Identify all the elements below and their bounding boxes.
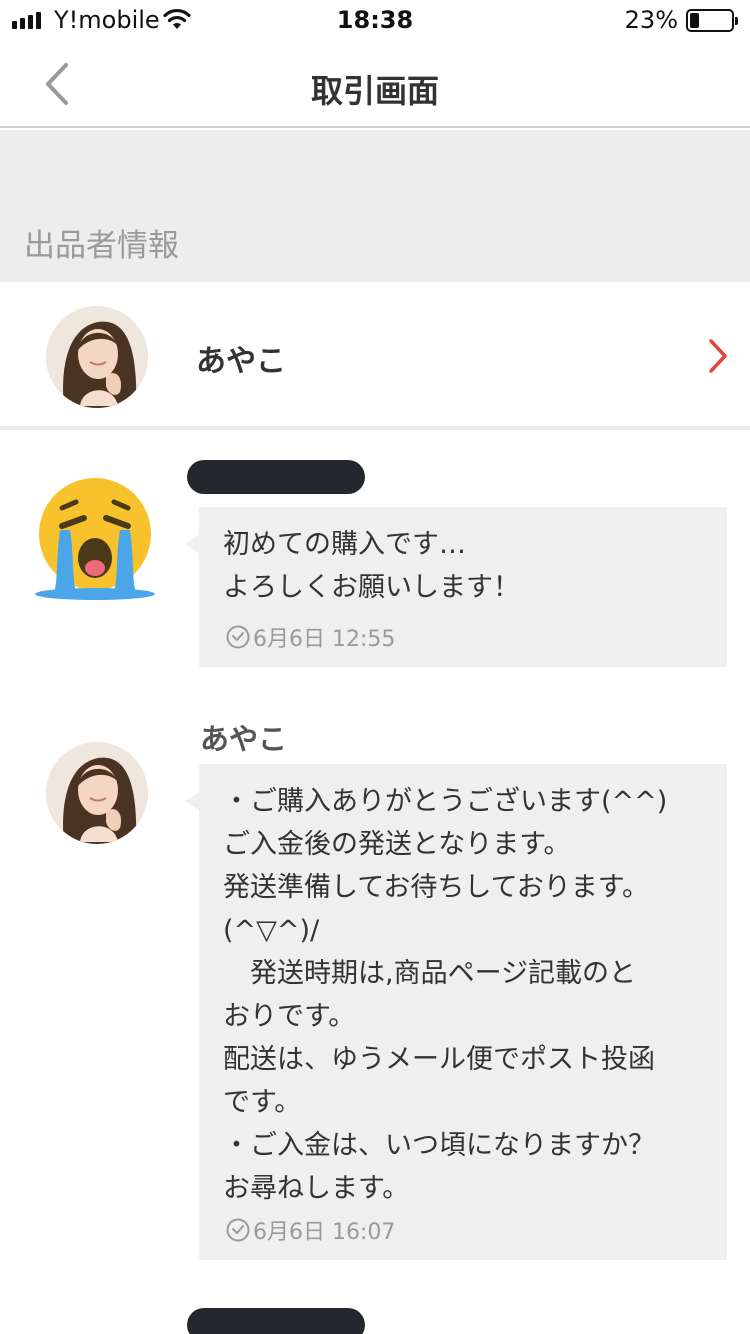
seller-avatar [46, 742, 148, 844]
chevron-right-icon [709, 339, 727, 373]
section-title: 出品者情報 [24, 228, 179, 264]
message-timestamp: 6月6日 16:07 [225, 1214, 395, 1246]
seller-avatar [46, 306, 148, 408]
status-bar: Y!mobile 18:38 23% [0, 0, 750, 40]
page-title: 取引画面 [310, 72, 439, 110]
section-header: 出品者情報 [0, 130, 750, 282]
message-time: 6月6日 12:55 [253, 627, 396, 652]
seller-profile-row[interactable]: あやこ [0, 282, 750, 430]
message-text: 初めての購入です… よろしくお願いします！ [223, 529, 520, 603]
message-text: ・ご購入ありがとうございます(^^) ご入金後の発送となります。 発送準備してお… [223, 786, 668, 1204]
clock-icon [226, 625, 250, 649]
message-sender-name: あやこ [200, 722, 288, 756]
message-timestamp: 6月6日 12:55 [225, 621, 395, 653]
crying-face-emoji-avatar [35, 478, 155, 600]
navigation-bar: 取引画面 [0, 40, 750, 128]
clock-icon [226, 1218, 250, 1242]
battery-icon [686, 9, 738, 32]
redacted-sender-name [187, 1308, 365, 1334]
seller-name: あやこ [196, 344, 286, 379]
message-bubble: 初めての購入です… よろしくお願いします！ 6月6日 12:55 [185, 507, 727, 667]
message-bubble: ・ご購入ありがとうございます(^^) ご入金後の発送となります。 発送準備してお… [185, 764, 727, 1260]
battery-percentage: 23% [624, 6, 678, 34]
battery-level [690, 13, 699, 28]
redacted-sender-name [187, 460, 365, 494]
message-time: 6月6日 16:07 [253, 1220, 396, 1245]
